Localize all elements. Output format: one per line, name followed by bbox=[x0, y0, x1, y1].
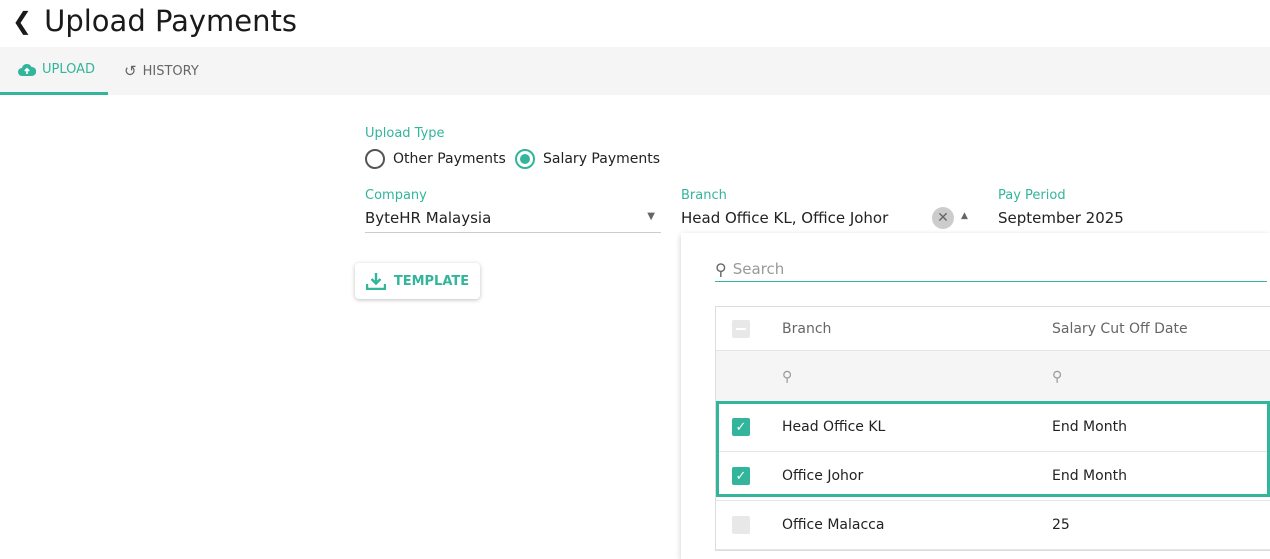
table-row[interactable]: ✓ Office Johor End Month bbox=[716, 452, 1270, 501]
row-checkbox-checked[interactable]: ✓ bbox=[732, 467, 750, 485]
template-label: TEMPLATE bbox=[393, 273, 470, 289]
tab-bar: UPLOAD ↺ HISTORY bbox=[0, 47, 1270, 95]
row-checkbox-checked[interactable]: ✓ bbox=[732, 418, 750, 436]
tab-upload-label: UPLOAD bbox=[42, 62, 96, 77]
branch-dropdown-panel: ⚲ Search Branch Salary Cut Off Date ⚲ ⚲ … bbox=[681, 233, 1270, 559]
branch-filter-search-icon[interactable]: ⚲ bbox=[782, 369, 1052, 385]
page-header: ❮ Upload Payments bbox=[12, 4, 297, 38]
search-placeholder: Search bbox=[732, 260, 785, 278]
page-title: Upload Payments bbox=[44, 4, 298, 38]
filter-row: ⚲ ⚲ bbox=[716, 351, 1270, 403]
table-row[interactable]: Office Malacca 25 bbox=[716, 501, 1270, 550]
tab-upload[interactable]: UPLOAD bbox=[0, 47, 108, 95]
back-icon[interactable]: ❮ bbox=[12, 7, 32, 35]
branch-value: Head Office KL, Office Johor bbox=[681, 209, 889, 227]
history-icon: ↺ bbox=[124, 62, 137, 80]
row-checkbox[interactable] bbox=[732, 516, 750, 534]
radio-label: Other Payments bbox=[393, 151, 506, 167]
dropdown-arrow-up-icon[interactable]: ▲ bbox=[961, 211, 968, 221]
cutoff-cell: End Month bbox=[1052, 419, 1127, 435]
radio-circle bbox=[365, 149, 385, 169]
table-header: Branch Salary Cut Off Date bbox=[716, 307, 1270, 351]
radio-circle-selected bbox=[515, 149, 535, 169]
branch-label: Branch bbox=[681, 188, 727, 203]
radio-salary-payments[interactable]: Salary Payments bbox=[515, 149, 660, 169]
branch-cell: Office Malacca bbox=[782, 517, 885, 533]
search-icon: ⚲ bbox=[715, 259, 727, 279]
column-header-cutoff[interactable]: Salary Cut Off Date bbox=[1052, 321, 1188, 337]
dropdown-arrow-icon: ▼ bbox=[647, 211, 655, 222]
select-all-checkbox[interactable] bbox=[732, 319, 750, 338]
branch-cell: Office Johor bbox=[782, 468, 864, 484]
tab-history-label: HISTORY bbox=[142, 63, 199, 79]
company-select[interactable]: ByteHR Malaysia ▼ bbox=[365, 209, 661, 233]
column-header-branch[interactable]: Branch bbox=[782, 321, 1052, 337]
branch-table: Branch Salary Cut Off Date ⚲ ⚲ ✓ Head Of… bbox=[715, 306, 1270, 551]
download-icon bbox=[365, 273, 386, 290]
cutoff-cell: End Month bbox=[1052, 468, 1127, 484]
radio-other-payments[interactable]: Other Payments bbox=[365, 149, 506, 169]
tab-history[interactable]: ↺ HISTORY bbox=[124, 47, 199, 95]
table-row[interactable]: ✓ Head Office KL End Month bbox=[716, 403, 1270, 452]
cloud-upload-icon bbox=[18, 63, 36, 76]
search-input[interactable]: ⚲ Search bbox=[715, 257, 1267, 282]
branch-cell: Head Office KL bbox=[782, 419, 886, 435]
cutoff-filter-search-icon[interactable]: ⚲ bbox=[1052, 369, 1062, 385]
template-button[interactable]: TEMPLATE bbox=[355, 263, 480, 299]
clear-icon[interactable]: ✕ bbox=[932, 207, 954, 229]
upload-type-label: Upload Type bbox=[365, 126, 445, 141]
pay-period-label: Pay Period bbox=[998, 188, 1066, 203]
radio-label: Salary Payments bbox=[543, 151, 661, 167]
pay-period-value: September 2025 bbox=[998, 209, 1124, 227]
company-value: ByteHR Malaysia bbox=[365, 209, 492, 227]
branch-select[interactable]: Head Office KL, Office Johor ✕ ▲ bbox=[681, 207, 977, 233]
cutoff-cell: 25 bbox=[1052, 517, 1070, 533]
company-label: Company bbox=[365, 188, 427, 203]
pay-period-field[interactable]: September 2025 bbox=[998, 209, 1270, 233]
